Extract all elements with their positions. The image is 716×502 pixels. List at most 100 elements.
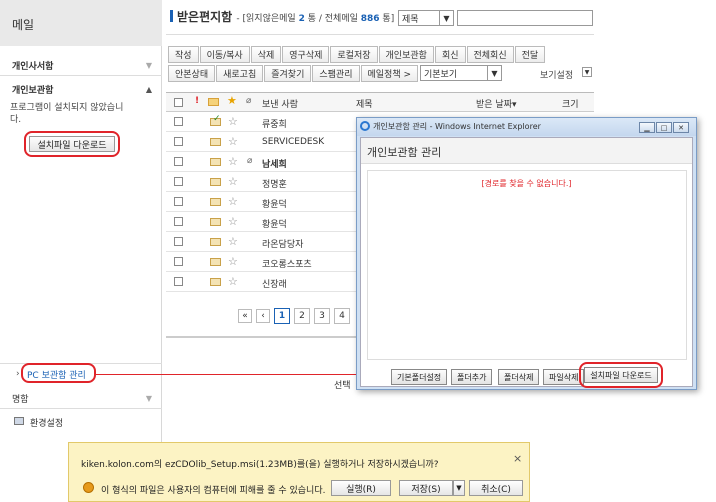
sender-name: 코오롱스포츠 [262,260,312,270]
page-button[interactable]: 2 [294,308,310,324]
search-input[interactable] [457,10,593,26]
divider [166,34,594,35]
star-outline-icon[interactable]: ☆ [228,175,238,188]
attachment-icon[interactable]: ⌀ [246,96,251,106]
column-date[interactable]: 받은 날짜▾ [476,97,517,110]
row-checkbox[interactable] [174,137,183,146]
importance-icon[interactable]: ! [195,96,199,106]
sidebar-item-business-card[interactable]: 명함 ▼ [0,387,162,409]
star-outline-icon[interactable]: ☆ [228,135,238,148]
envelope-read-icon [210,218,221,226]
mail-policy-button[interactable]: 메일정책 > [360,65,419,82]
row-checkbox[interactable] [174,257,183,266]
star-outline-icon[interactable]: ☆ [228,155,238,168]
table-header: ! ★ ⌀ 보낸 사람 제목 받은 날짜▾ 크기 [166,92,594,112]
sender-name: 황윤덕 [262,220,287,230]
maximize-icon[interactable]: □ [656,122,672,133]
chevron-down-icon[interactable]: ▼ [582,67,592,77]
envelope-read-icon [210,238,221,246]
chevron-up-icon[interactable]: ▲ [146,85,152,94]
star-outline-icon[interactable]: ☆ [228,255,238,268]
close-icon[interactable]: × [513,452,522,465]
row-checkbox[interactable] [174,237,183,246]
chevron-down-icon: ▼ [439,11,453,25]
install-download-button[interactable]: 설치파일 다운로드 [584,367,658,383]
column-size[interactable]: 크기 [562,97,579,110]
reply-all-button[interactable]: 전체회신 [466,46,514,63]
forward-button[interactable]: 전달 [514,46,546,63]
row-checkbox[interactable] [174,277,183,286]
first-page-icon[interactable]: « [238,309,252,323]
minimize-icon[interactable]: ▁ [639,122,655,133]
default-folder-button[interactable]: 기본폴더설정 [391,369,448,385]
local-save-button[interactable]: 로컬저장 [330,46,378,63]
pagination: « ‹ 1 2 3 4 [238,308,350,324]
compose-button[interactable]: 작성 [168,46,199,63]
cancel-button[interactable]: 취소(C) [469,480,523,496]
star-icon[interactable]: ★ [227,94,237,107]
permanent-delete-button[interactable]: 영구삭제 [282,46,330,63]
delete-folder-button[interactable]: 폴더삭제 [498,369,540,385]
personal-archive-button[interactable]: 개인보관함 [378,46,434,63]
toolbar-row-2: 안본상태 새로고침 즐겨찾기 스팸관리 메일정책 > [168,65,419,82]
star-outline-icon[interactable]: ☆ [228,275,238,288]
chevron-down-icon: ▼ [487,66,501,80]
close-icon[interactable]: ✕ [673,122,689,133]
title-bar-accent [170,10,173,22]
download-notification-bar: kiken.kolon.com의 ezCDOlib_Setup.msi(1.23… [68,442,530,502]
view-settings-label[interactable]: 보기설정 [540,68,573,81]
chevron-down-icon[interactable]: ▼ [146,61,152,70]
sender-name: 정명훈 [262,180,287,190]
chevron-down-icon[interactable]: ▼ [146,394,152,403]
envelope-read-icon [210,278,221,286]
settings-link[interactable]: 환경설정 [30,416,63,429]
spam-button[interactable]: 스팸관리 [312,65,360,82]
sender-name: 남세희 [262,160,287,170]
pc-archive-link[interactable]: PC 보관함 관리 [27,368,86,381]
favorites-button[interactable]: 즐겨찾기 [264,65,312,82]
sender-name: 라온담당자 [262,240,304,250]
add-folder-button[interactable]: 폴더추가 [451,369,493,385]
page-button-current[interactable]: 1 [274,308,290,324]
prev-page-icon[interactable]: ‹ [256,309,270,323]
sidebar-item-label: 명함 [12,395,29,405]
column-subject[interactable]: 제목 [356,97,373,110]
page-button[interactable]: 3 [314,308,330,324]
sender-name: SERVICEDESK [262,137,325,147]
envelope-read-icon [210,258,221,266]
row-checkbox[interactable] [174,117,183,126]
row-checkbox[interactable] [174,177,183,186]
download-warning: 이 형식의 파일은 사용자의 컴퓨터에 피해를 줄 수 있습니다. [101,486,326,496]
view-select[interactable]: 기본보기 ▼ [420,65,502,81]
run-button[interactable]: 실행(R) [331,480,391,496]
move-copy-button[interactable]: 이동/복사 [199,46,250,63]
mark-unread-button[interactable]: 안본상태 [168,65,216,82]
install-download-button[interactable]: 설치파일 다운로드 [29,136,115,152]
star-outline-icon[interactable]: ☆ [228,235,238,248]
row-checkbox[interactable] [174,157,183,166]
popup-heading: 개인보관함 관리 [361,138,692,164]
envelope-read-icon [210,198,221,206]
sidebar-item-personal-archive[interactable]: 개인보관함 ▲ [0,78,162,100]
download-message: kiken.kolon.com의 ezCDOlib_Setup.msi(1.23… [81,460,439,470]
select-all-checkbox[interactable] [174,98,183,107]
save-options-dropdown-icon[interactable]: ▼ [453,480,465,496]
sidebar-item-label: 개인보관함 [12,86,54,96]
search-field-select[interactable]: 제목 ▼ [398,10,454,26]
star-outline-icon[interactable]: ☆ [228,215,238,228]
row-checkbox[interactable] [174,217,183,226]
delete-button[interactable]: 삭제 [250,46,282,63]
refresh-button[interactable]: 새로고침 [216,65,264,82]
ie-popup-window: 개인보관함 관리 - Windows Internet Explorer ▁ □… [356,117,697,390]
mail-stats: - [읽지않은메일 2 통 / 전체메일 886 통] [236,14,395,24]
envelope-icon[interactable] [208,98,219,106]
star-outline-icon[interactable]: ☆ [228,115,238,128]
reply-button[interactable]: 회신 [434,46,466,63]
sidebar-item-personal-mailbox[interactable]: 개인사서함 ▼ [0,54,162,76]
page-button[interactable]: 4 [334,308,350,324]
star-outline-icon[interactable]: ☆ [228,195,238,208]
save-button[interactable]: 저장(S) [399,480,453,496]
checkmark-icon: ✓ [213,114,221,124]
row-checkbox[interactable] [174,197,183,206]
column-sender[interactable]: 보낸 사람 [262,97,298,110]
